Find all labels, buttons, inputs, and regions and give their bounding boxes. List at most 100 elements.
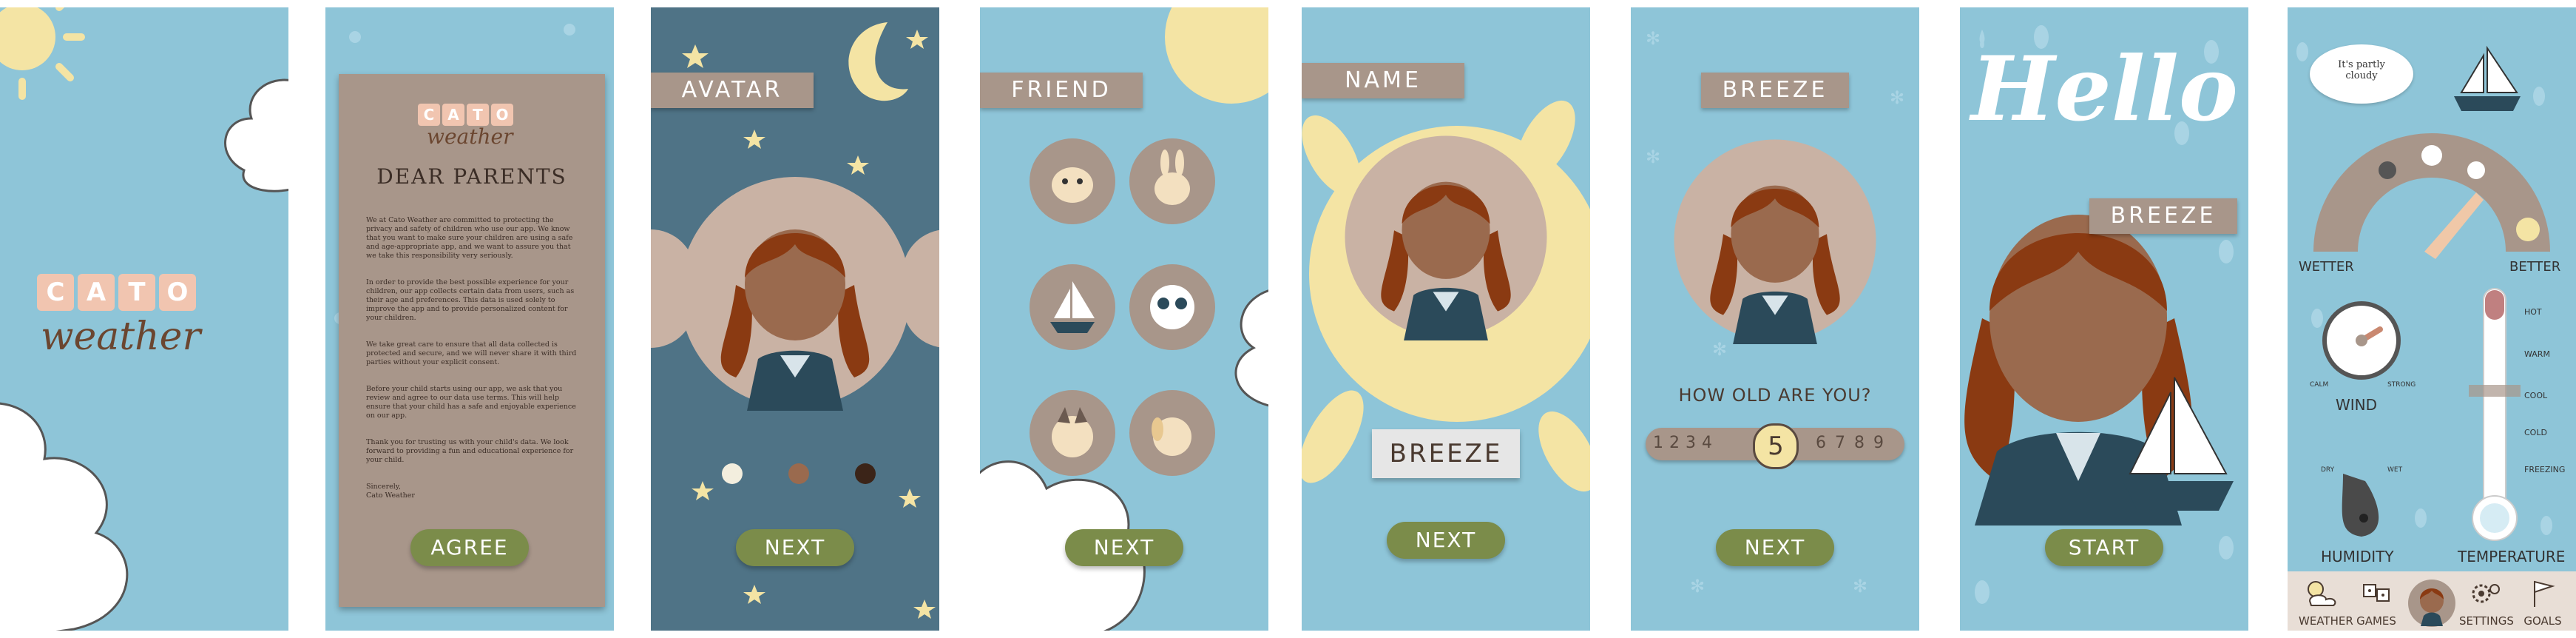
start-button[interactable]: START: [2045, 529, 2163, 566]
avatar-screen: AVATAR NEXT: [651, 7, 939, 631]
letter-paragraph: We at Cato Weather are committed to prot…: [366, 216, 573, 260]
name-tag: BREEZE: [2089, 198, 2237, 234]
nav-goals-label[interactable]: GOALS: [2521, 614, 2565, 628]
cloud-icon: [1234, 289, 1268, 407]
speech-text: It's partly cloudy: [2338, 59, 2385, 81]
greeting-text: Hello: [1971, 37, 2238, 141]
panda-icon: [1150, 285, 1194, 329]
nav-weather-label[interactable]: WEATHER: [2299, 614, 2353, 628]
temp-cool: COOL: [2524, 391, 2548, 400]
parents-screen: C A T O weather DEAR PARENTS We at Cato …: [325, 7, 614, 631]
sun-icon: [1165, 7, 1268, 104]
svg-text:✻: ✻: [1646, 28, 1660, 49]
screen-title: AVATAR: [651, 73, 814, 108]
logo-block: O: [491, 104, 513, 126]
letter-paragraph: In order to provide the best possible ex…: [366, 278, 575, 322]
letter-paragraph: Before your child starts using our app, …: [366, 385, 576, 420]
logo-block: C: [37, 274, 74, 311]
humidity-wet-label: WET: [2387, 466, 2403, 474]
nav-settings-label[interactable]: SETTINGS: [2459, 614, 2514, 628]
settings-icon[interactable]: [2467, 579, 2504, 608]
screen-title: NAME: [1302, 63, 1464, 98]
wind-gauge: [2322, 301, 2401, 380]
gauge-left-label: WETTER: [2299, 259, 2354, 275]
logo-block: C: [418, 104, 440, 126]
weather-icon[interactable]: [2304, 579, 2341, 608]
logo-word: weather: [41, 315, 201, 359]
hello-screen: Hello BREEZE START: [1960, 7, 2248, 631]
screen-title: FRIEND: [980, 73, 1143, 108]
svg-text:✻: ✻: [1646, 147, 1660, 167]
logo-block: O: [159, 274, 196, 311]
name-input[interactable]: BREEZE: [1372, 429, 1520, 478]
humidity-drop-icon: [2342, 474, 2379, 537]
age-option[interactable]: 2: [1666, 434, 1683, 452]
wind-calm-label: CALM: [2310, 381, 2329, 389]
logo: C A T O weather: [418, 104, 536, 155]
logo: C A T O weather: [30, 274, 251, 385]
age-option[interactable]: 4: [1699, 434, 1715, 452]
temp-cold: COLD: [2524, 428, 2547, 437]
sailboat-icon: [2123, 377, 2234, 511]
age-slider[interactable]: 1 2 3 4 5 6 7 8 9: [1646, 423, 1904, 469]
humidity-label: HUMIDITY: [2321, 548, 2394, 565]
screen-title: BREEZE: [1701, 73, 1849, 108]
logo-block: T: [118, 274, 155, 311]
logo-word: weather: [427, 124, 513, 149]
nav-games-label[interactable]: GAMES: [2354, 614, 2398, 628]
letter-paragraph: Thank you for trusting us with your chil…: [366, 438, 574, 464]
letter-signoff: Sincerely, Cato Weather: [366, 483, 415, 500]
friend-grid[interactable]: [1024, 133, 1224, 488]
avatar-girl: [1345, 135, 1547, 340]
goals-icon[interactable]: [2524, 577, 2561, 610]
age-question: HOW OLD ARE YOU?: [1678, 385, 1872, 406]
temp-warm: WARM: [2524, 349, 2550, 359]
temp-freezing: FREEZING: [2524, 465, 2566, 474]
age-option[interactable]: 7: [1832, 434, 1848, 452]
wind-label: WIND: [2336, 396, 2378, 414]
cloud-icon: [0, 402, 129, 631]
next-button[interactable]: NEXT: [1716, 529, 1834, 566]
age-option-selected[interactable]: 5: [1753, 423, 1799, 469]
letter-body: We at Cato Weather are committed to prot…: [366, 207, 581, 518]
skin-tone-picker[interactable]: [717, 459, 880, 488]
avatar-girl[interactable]: [677, 174, 913, 411]
avatar-girl: [1674, 139, 1876, 344]
cow-icon: [1052, 167, 1093, 203]
dashboard-screen: It's partly cloudy WETTER BETTER CALM ST…: [2288, 7, 2576, 631]
friend-screen: FRIEND NEXT: [980, 7, 1268, 631]
skin-tone-medium: [788, 463, 809, 484]
age-option[interactable]: 8: [1851, 434, 1867, 452]
next-button[interactable]: NEXT: [736, 529, 854, 566]
sun-icon: [0, 7, 85, 100]
weather-gauge: [2313, 133, 2550, 259]
svg-text:✻: ✻: [1690, 576, 1705, 597]
age-option[interactable]: 1: [1650, 434, 1666, 452]
age-option[interactable]: 6: [1813, 434, 1829, 452]
logo-block: A: [442, 104, 464, 126]
cloud-icon: [224, 78, 288, 192]
letter-paragraph: We take great care to ensure that all da…: [366, 340, 577, 366]
letter-title: DEAR PARENTS: [376, 164, 567, 189]
games-icon[interactable]: [2358, 579, 2395, 608]
humidity-dry-label: DRY: [2321, 466, 2335, 474]
wind-strong-label: STRONG: [2387, 381, 2416, 389]
name-screen: NAME BREEZE NEXT: [1302, 7, 1590, 631]
logo-block: A: [78, 274, 115, 311]
svg-text:✻: ✻: [1853, 576, 1867, 597]
age-option[interactable]: 9: [1870, 434, 1887, 452]
age-screen: ✻✻✻✻✻✻✻ BREEZE HOW OLD ARE YOU? 1 2 3 4 …: [1631, 7, 1919, 631]
profile-avatar-icon[interactable]: [2406, 577, 2458, 629]
skin-tone-light: [722, 463, 743, 484]
temperature-label: TEMPERATURE: [2458, 548, 2566, 565]
gauge-right-label: BETTER: [2509, 259, 2561, 275]
age-option[interactable]: 3: [1683, 434, 1699, 452]
temp-hot: HOT: [2524, 307, 2542, 317]
next-button[interactable]: NEXT: [1387, 522, 1505, 559]
next-button[interactable]: NEXT: [1065, 529, 1183, 566]
thermometer: [2469, 288, 2521, 541]
agree-button[interactable]: AGREE: [410, 529, 529, 566]
logo-block: T: [467, 104, 489, 126]
svg-text:✻: ✻: [1890, 87, 1904, 108]
skin-tone-dark: [855, 463, 876, 484]
